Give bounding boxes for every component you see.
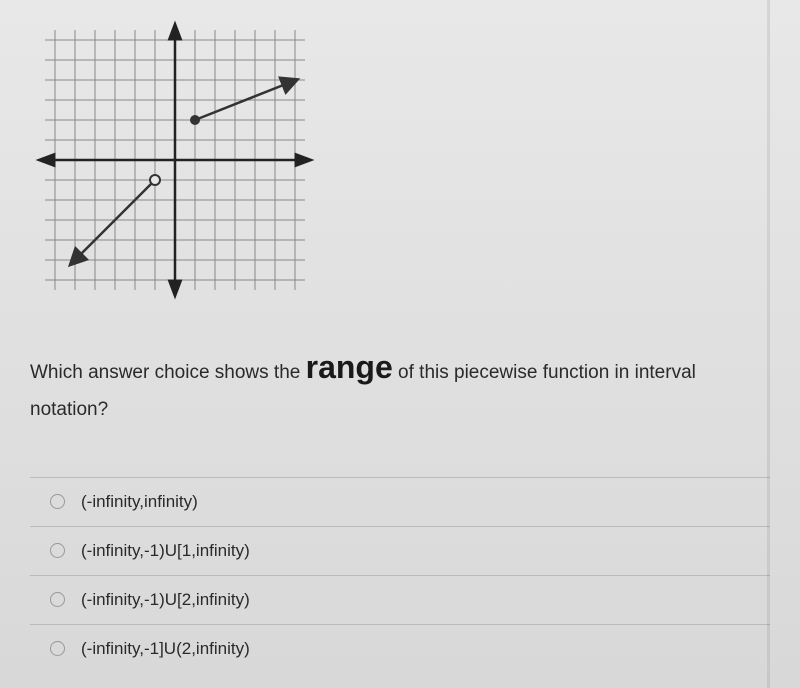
radio-icon[interactable]: [50, 494, 65, 509]
graph-image: [35, 20, 770, 305]
option-label: (-infinity,infinity): [81, 492, 198, 512]
option-label: (-infinity,-1]U(2,infinity): [81, 639, 250, 659]
option-row[interactable]: (-infinity,-1)U[1,infinity): [30, 526, 770, 575]
option-label: (-infinity,-1)U[2,infinity): [81, 590, 250, 610]
option-row[interactable]: (-infinity,-1)U[2,infinity): [30, 575, 770, 624]
radio-icon[interactable]: [50, 592, 65, 607]
option-label: (-infinity,-1)U[1,infinity): [81, 541, 250, 561]
radio-icon[interactable]: [50, 641, 65, 656]
question-emphasized: range: [306, 349, 393, 385]
question-text: Which answer choice shows the range of t…: [30, 340, 770, 427]
options-list: (-infinity,infinity) (-infinity,-1)U[1,i…: [30, 477, 770, 673]
option-row[interactable]: (-infinity,-1]U(2,infinity): [30, 624, 770, 673]
radio-icon[interactable]: [50, 543, 65, 558]
question-prefix: Which answer choice shows the: [30, 362, 306, 383]
option-row[interactable]: (-infinity,infinity): [30, 477, 770, 526]
